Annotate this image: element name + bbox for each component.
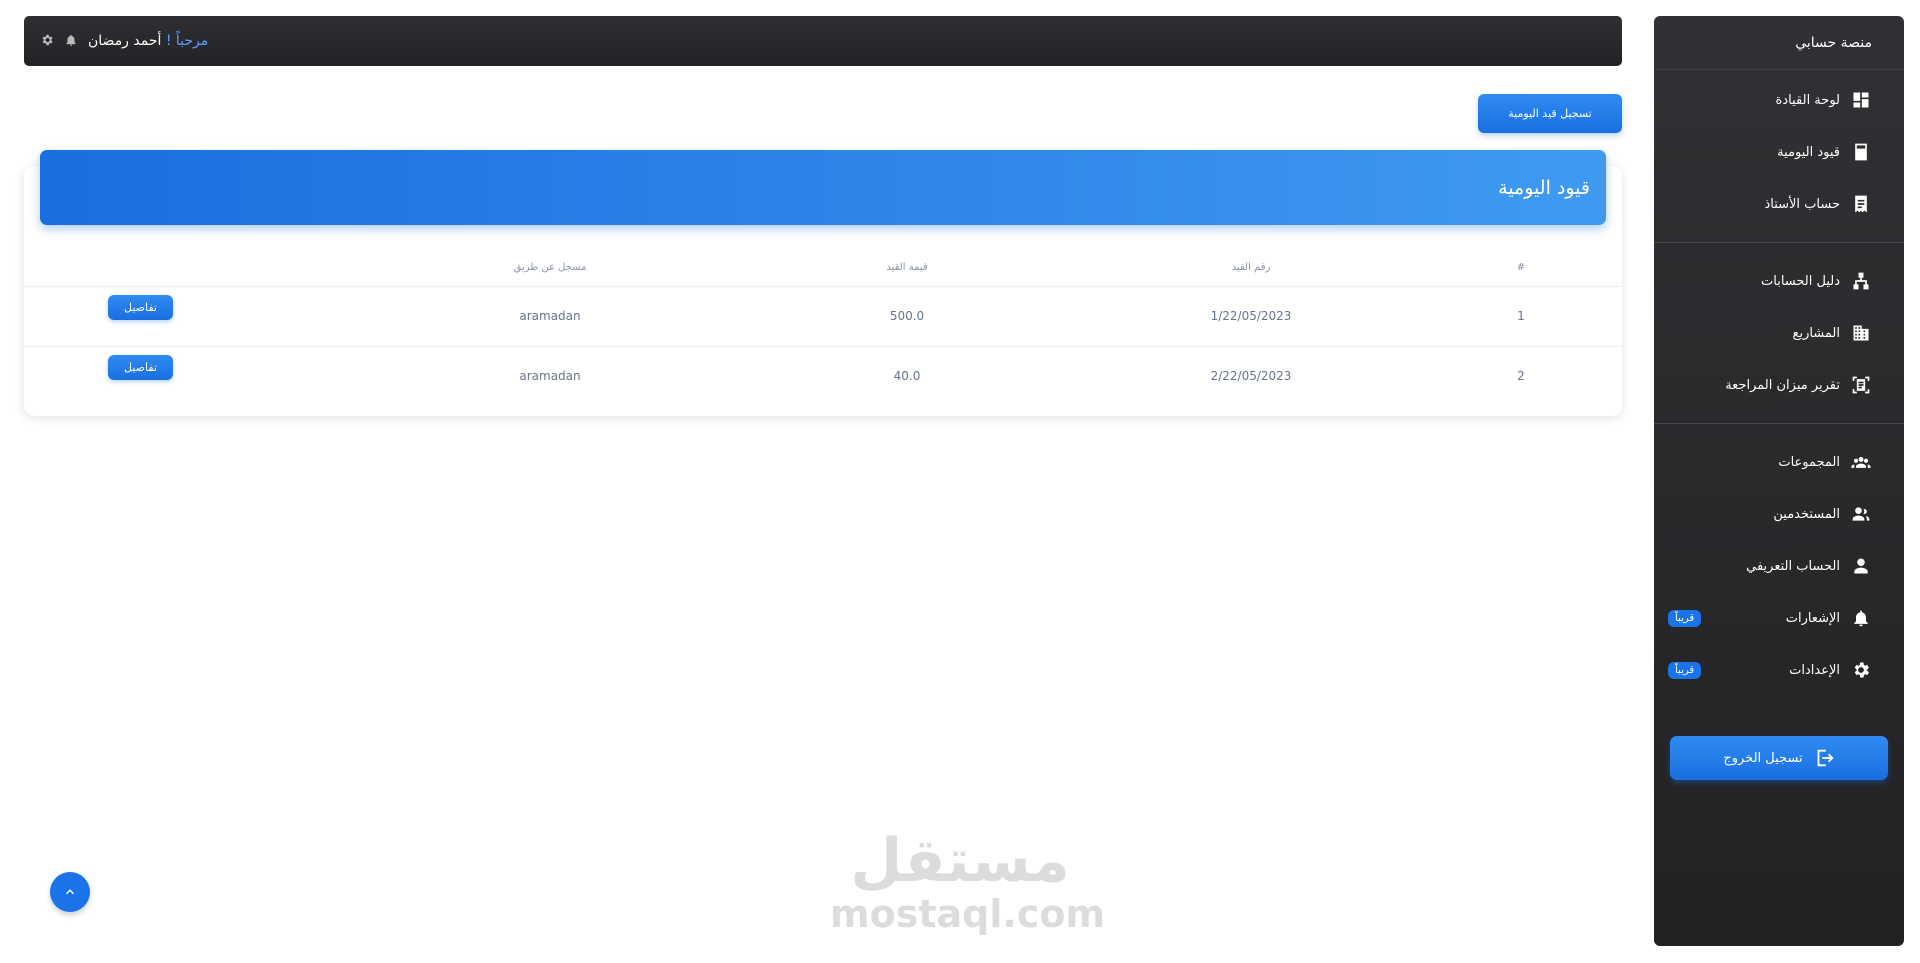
- logout-button[interactable]: تسجيل الخروج: [1670, 736, 1888, 780]
- details-button[interactable]: تفاصيل: [108, 354, 173, 380]
- sidebar-item-label: الإشعارات: [1785, 610, 1840, 626]
- bell-icon[interactable]: [64, 32, 78, 51]
- card-header: قيود اليومية: [40, 150, 1606, 225]
- person-icon: [1850, 555, 1872, 577]
- logout-icon: [1817, 749, 1834, 767]
- header-recorded-by: مسجل عن طريق: [368, 250, 732, 287]
- sidebar-item-bell[interactable]: الإشعارات قريباً: [1654, 592, 1904, 644]
- watermark-arabic: مستقل: [850, 826, 1070, 896]
- sidebar-item-receipt[interactable]: حساب الأستاذ: [1654, 178, 1904, 230]
- calculator-icon: [1850, 141, 1872, 163]
- building-icon: [1850, 322, 1872, 344]
- sidebar-item-label: قيود اليومية: [1777, 144, 1840, 160]
- header-index: #: [1420, 250, 1622, 287]
- sidebar-item-label: المجموعات: [1778, 454, 1840, 470]
- cell-index: 2: [1517, 369, 1525, 384]
- cell-index: 1: [1420, 286, 1622, 347]
- dashboard-icon: [1850, 89, 1872, 111]
- table-row: تفاصيل aramadan 500.0 1/22/05/2023 1: [24, 286, 1622, 347]
- table-row: تفاصيل aramadan 40.0 2/22/05/2023 2: [24, 346, 1622, 406]
- sidebar-item-document-scanner[interactable]: تقرير ميزان المراجعة: [1654, 359, 1904, 411]
- watermark-latin: mostaql.com: [830, 892, 1106, 936]
- cell-entry-value: 40.0: [893, 369, 921, 384]
- sidebar-item-label: تقرير ميزان المراجعة: [1725, 377, 1840, 393]
- sidebar-group: المجموعات المستخدمين الحساب التعريفي الإشعا…: [1654, 432, 1904, 700]
- user-name: أحمد رمضان: [88, 33, 162, 49]
- journal-entries-card: قيود اليومية مسجل عن طريق قيمة القيد رقم…: [24, 150, 1622, 416]
- cell-actions: تفاصيل: [24, 346, 368, 406]
- sidebar-item-label: الإعدادات: [1789, 662, 1840, 678]
- watermark: مستقل mostaql.com: [830, 826, 1106, 936]
- sidebar-item-label: دليل الحسابات: [1761, 273, 1840, 289]
- cell-recorded-by: aramadan: [519, 369, 581, 384]
- greeting: مرحباً ! أحمد رمضان: [88, 33, 208, 49]
- gear-icon: [1850, 659, 1872, 681]
- journal-entries-table: مسجل عن طريق قيمة القيد رقم القيد # تفاص…: [24, 250, 1622, 406]
- logout-label: تسجيل الخروج: [1723, 750, 1803, 766]
- cell-entry-value: 500.0: [732, 286, 1082, 347]
- groups-icon: [1850, 451, 1872, 473]
- details-button[interactable]: تفاصيل: [108, 294, 173, 320]
- document-scanner-icon: [1850, 374, 1872, 396]
- sidebar-item-groups[interactable]: المجموعات: [1654, 436, 1904, 488]
- gear-icon[interactable]: [40, 32, 54, 51]
- sidebar-item-gear[interactable]: الإعدادات قريباً: [1654, 644, 1904, 696]
- sidebar-item-label: المشاريع: [1792, 325, 1840, 341]
- card-title: قيود اليومية: [1498, 176, 1590, 199]
- brand-title: منصة حسابي: [1654, 16, 1904, 70]
- sidebar-group: دليل الحسابات المشاريع تقرير ميزان المراجع…: [1654, 251, 1904, 415]
- sidebar: منصة حسابي لوحة القيادة قيود اليومية حساب …: [1654, 16, 1904, 946]
- chevron-up-icon: [65, 889, 75, 895]
- sidebar-item-label: الحساب التعريفي: [1746, 558, 1840, 574]
- coming-soon-badge: قريباً: [1668, 661, 1702, 679]
- sidebar-item-building[interactable]: المشاريع: [1654, 307, 1904, 359]
- sidebar-item-users[interactable]: المستخدمين: [1654, 488, 1904, 540]
- account-tree-icon: [1850, 270, 1872, 292]
- cell-recorded-by: aramadan: [368, 286, 732, 347]
- receipt-icon: [1850, 193, 1872, 215]
- sidebar-divider: [1654, 423, 1904, 424]
- sidebar-item-label: لوحة القيادة: [1775, 92, 1840, 108]
- header-entry-value: قيمة القيد: [732, 250, 1082, 287]
- header-actions: [24, 250, 368, 287]
- scroll-to-top-button[interactable]: [50, 872, 90, 912]
- sidebar-group: لوحة القيادة قيود اليومية حساب الأستاذ: [1654, 70, 1904, 234]
- add-journal-entry-button[interactable]: تسجيل قيد اليومية: [1478, 94, 1622, 133]
- sidebar-item-label: حساب الأستاذ: [1764, 196, 1840, 212]
- cell-entry-number: 1/22/05/2023: [1082, 286, 1420, 347]
- sidebar-item-label: المستخدمين: [1773, 506, 1840, 522]
- bell-icon: [1850, 607, 1872, 629]
- cell-entry-number: 2/22/05/2023: [1210, 369, 1292, 384]
- users-icon: [1850, 503, 1872, 525]
- sidebar-divider: [1654, 242, 1904, 243]
- coming-soon-badge: قريباً: [1668, 609, 1702, 627]
- top-navbar: مرحباً ! أحمد رمضان: [24, 16, 1622, 66]
- greeting-hello: مرحباً !: [165, 33, 209, 49]
- sidebar-item-person[interactable]: الحساب التعريفي: [1654, 540, 1904, 592]
- sidebar-item-dashboard[interactable]: لوحة القيادة: [1654, 74, 1904, 126]
- sidebar-item-calculator[interactable]: قيود اليومية: [1654, 126, 1904, 178]
- header-entry-number: رقم القيد: [1082, 250, 1420, 287]
- sidebar-item-account-tree[interactable]: دليل الحسابات: [1654, 255, 1904, 307]
- cell-actions: تفاصيل: [24, 286, 368, 347]
- table-header-row: مسجل عن طريق قيمة القيد رقم القيد #: [24, 250, 1622, 287]
